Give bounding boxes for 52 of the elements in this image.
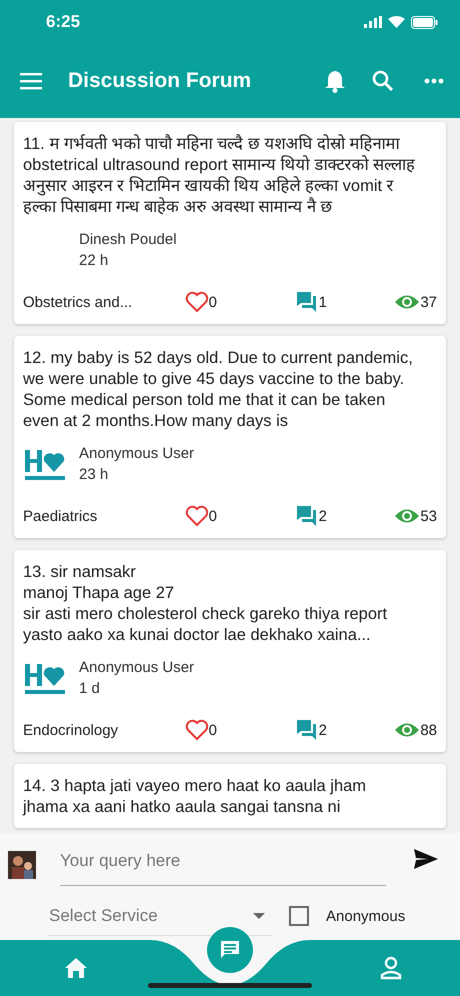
post-time: 1 d — [79, 679, 101, 699]
like-count: 0 — [208, 294, 217, 310]
author-name: Anonymous User — [79, 658, 194, 678]
menu-icon[interactable] — [20, 72, 42, 90]
eye-icon — [394, 721, 420, 739]
heart-icon[interactable] — [184, 505, 209, 527]
post-card[interactable] — [14, 122, 446, 324]
home-icon[interactable] — [64, 957, 88, 979]
comments-icon[interactable] — [294, 504, 319, 528]
comment-count: 2 — [318, 722, 327, 738]
search-icon[interactable] — [372, 70, 394, 92]
post-card[interactable]: 13. sir namsakr manoj Thapa age 27 sir asti mero cholesterol check gareko thiya report yasto aako xa kunai doctor lae dekhako xaina... Anonymous User 1 d Endocrinology 0 2 88 — [14, 550, 446, 752]
post-text: 12. my baby is 52 days old. Due to current pandemic, we were unable to give 45 days vaccine to the baby. Some medical person told me that it can be taken even at 2 months.How many days is — [23, 348, 414, 432]
post-text: 11. म गर्भवती भको पाचौ महिना चल्दै छ यशअघि दोस्रो महिनामा obstetrical ultrasound report सामान्य थियो डाक्टरको सल्लाह अनुसार आइरन र भिटामिन खायकी थिय अहिले हल्का vomit र हल्का पिसाबमा गन्ध बाहेक अरु अवस्था सामान्य नै छ — [23, 134, 416, 218]
comments-icon[interactable] — [294, 290, 319, 314]
comment-count: 1 — [318, 294, 327, 310]
page-title: Discussion Forum — [68, 69, 252, 93]
eye-icon — [394, 293, 420, 311]
bell-icon[interactable] — [324, 69, 346, 93]
post-text: 13. sir namsakr manoj Thapa age 27 sir asti mero cholesterol check gareko thiya report yasto aako xa kunai doctor lae dekhako xaina... — [23, 562, 388, 646]
eye-icon — [394, 507, 420, 525]
post-text: 14. 3 hapta jati vayeo mero haat ko aaula jham jhama xa aani hatko aaula sangai tansna ni — [23, 776, 368, 818]
heart-icon[interactable] — [184, 719, 209, 741]
battery-icon — [411, 16, 438, 28]
comments-icon[interactable] — [294, 718, 319, 742]
author-name: Dinesh Poudel — [79, 230, 177, 250]
post-time: 22 h — [79, 251, 110, 271]
like-count: 0 — [208, 722, 217, 738]
view-count: 37 — [420, 294, 437, 310]
wifi-icon — [388, 16, 405, 28]
category-label: Paediatrics — [23, 508, 98, 524]
status-time: 6:25 — [46, 12, 80, 32]
signal-icon — [364, 16, 382, 28]
view-count: 88 — [420, 722, 437, 738]
like-count: 0 — [208, 508, 217, 524]
chat-button[interactable] — [207, 927, 253, 973]
more-icon[interactable] — [424, 78, 444, 84]
user-avatar — [8, 851, 36, 879]
anonymous-label: Anonymous — [326, 908, 406, 924]
comment-count: 2 — [318, 508, 327, 524]
post-card[interactable]: 14. 3 hapta jati vayeo mero haat ko aaula jham jhama xa aani hatko aaula sangai tansna ni — [14, 764, 446, 828]
profile-icon[interactable] — [380, 956, 402, 980]
category-label: Obstetrics and... — [23, 294, 134, 310]
query-input[interactable]: Your query here — [60, 845, 386, 886]
category-label: Endocrinology — [23, 722, 120, 738]
heart-icon[interactable] — [184, 291, 209, 313]
author-name: Anonymous User — [79, 444, 194, 464]
post-card[interactable] — [14, 336, 446, 538]
dropdown-caret-icon — [253, 912, 265, 918]
anonymous-checkbox[interactable] — [289, 906, 309, 926]
view-count: 53 — [420, 508, 437, 524]
post-time: 23 h — [79, 465, 110, 485]
